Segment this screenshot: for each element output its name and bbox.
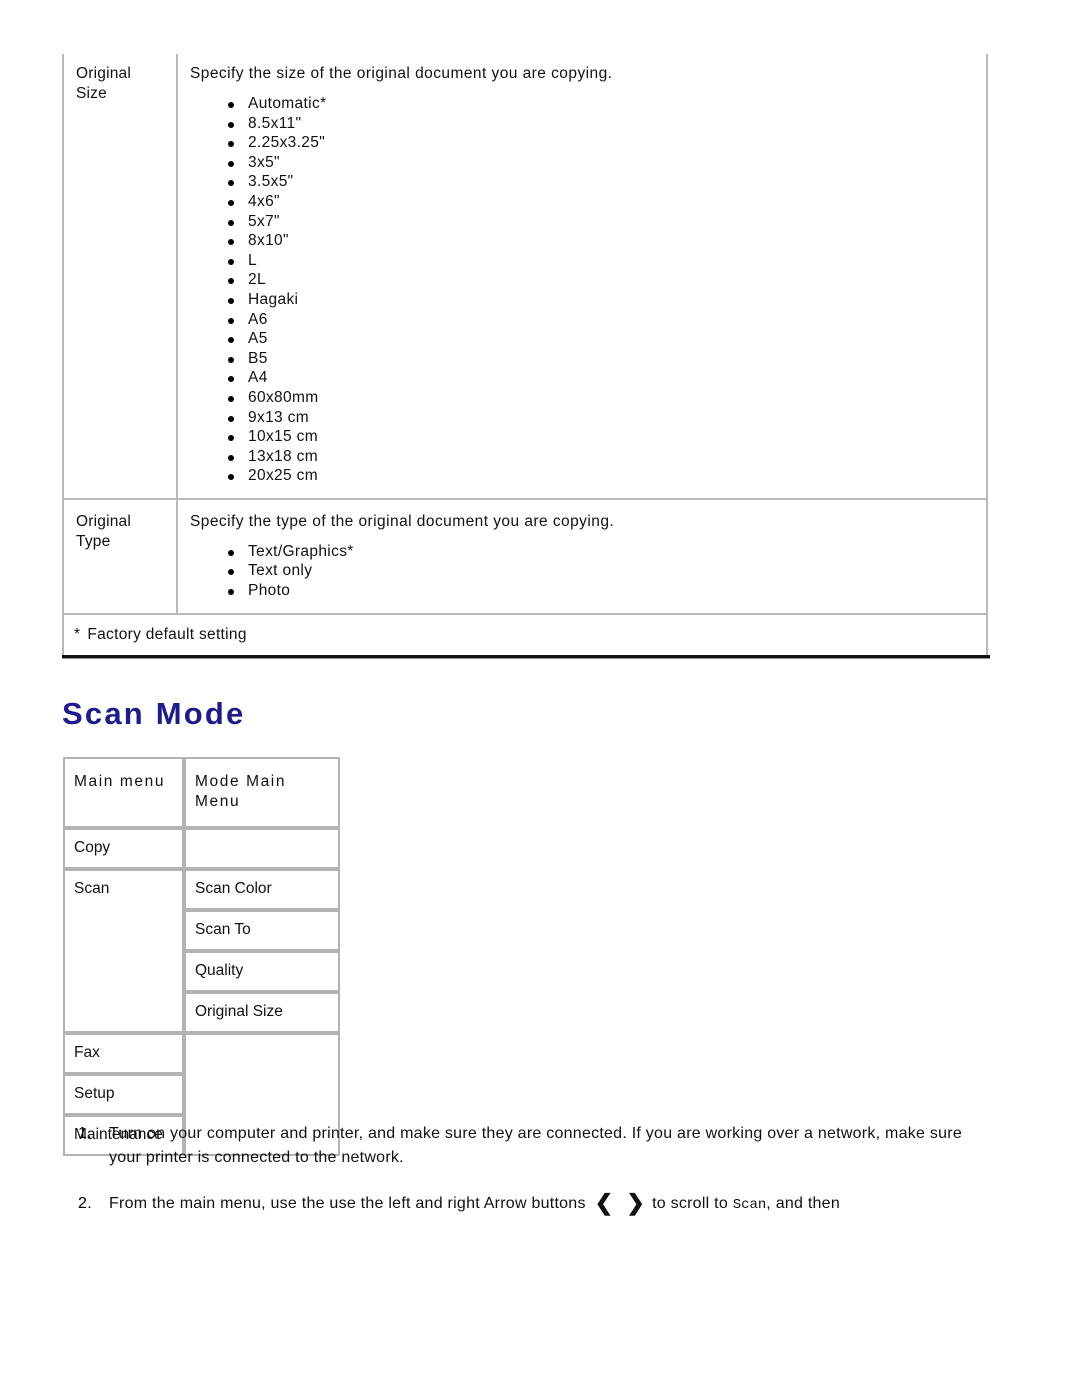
menu-subitem-original-size[interactable]: Original Size <box>184 992 340 1033</box>
list-item: 5x7" <box>226 212 976 232</box>
step-text-after-2: , and then <box>766 1195 840 1212</box>
table-row: Copy <box>63 828 340 869</box>
list-item: Text only <box>226 561 976 581</box>
setting-detail-original-type: Specify the type of the original documen… <box>176 497 988 615</box>
column-header-mode-main-menu: Mode Main Menu <box>184 757 340 828</box>
setting-description: Specify the type of the original documen… <box>190 512 615 530</box>
column-header-main-menu: Main menu <box>63 757 184 828</box>
document-page: Original Size Specify the size of the or… <box>0 0 1080 1397</box>
step-number: 2. <box>78 1195 92 1212</box>
setting-label-original-type: Original Type <box>62 497 178 615</box>
menu-item-setup[interactable]: Setup <box>63 1074 184 1115</box>
list-item: 9x13 cm <box>226 408 976 428</box>
table-row-footnote: * Factory default setting <box>62 612 988 657</box>
list-item: 8.5x11" <box>226 114 976 134</box>
setting-detail-original-size: Specify the size of the original documen… <box>176 54 988 500</box>
instruction-step-2: 2. From the main menu, use the use the l… <box>75 1192 993 1218</box>
list-item: A6 <box>226 310 976 330</box>
list-item: 60x80mm <box>226 388 976 408</box>
menu-item-fax[interactable]: Fax <box>63 1033 184 1074</box>
scan-mode-menu-table: Main menu Mode Main Menu Copy Scan Scan … <box>63 757 340 1156</box>
list-item: 2.25x3.25" <box>226 133 976 153</box>
arrow-button-icons: ❮ ❯ <box>595 1192 645 1218</box>
list-item: B5 <box>226 349 976 369</box>
list-item: Photo <box>226 581 976 601</box>
original-size-option-list: Automatic* 8.5x11" 2.25x3.25" 3x5" 3.5x5… <box>190 94 976 486</box>
step-number: 1. <box>78 1125 92 1142</box>
menu-item-copy[interactable]: Copy <box>63 828 184 869</box>
chevron-right-icon[interactable]: ❯ <box>626 1192 645 1214</box>
menu-subitem-scan-to[interactable]: Scan To <box>184 910 340 951</box>
table-row: Original Size Specify the size of the or… <box>62 54 988 500</box>
list-item: 3x5" <box>226 153 976 173</box>
list-item: 8x10" <box>226 231 976 251</box>
list-item: 10x15 cm <box>226 427 976 447</box>
menu-subitem-scan-color[interactable]: Scan Color <box>184 869 340 910</box>
list-item: L <box>226 251 976 271</box>
table-row: Original Type Specify the type of the or… <box>62 497 988 615</box>
menu-item-scan[interactable]: Scan <box>63 869 184 1033</box>
footnote-marker: * <box>74 625 81 643</box>
instruction-list: 1. Turn on your computer and printer, an… <box>75 1122 993 1240</box>
table-row: Fax <box>63 1033 340 1156</box>
step-text-before: From the main menu, use the use the left… <box>109 1195 586 1212</box>
list-item: A5 <box>226 329 976 349</box>
list-item: 3.5x5" <box>226 172 976 192</box>
setting-description: Specify the size of the original documen… <box>190 65 613 82</box>
list-item: Automatic* <box>226 94 976 114</box>
list-item: A4 <box>226 368 976 388</box>
page-title: Scan Mode <box>62 696 246 731</box>
original-type-option-list: Text/Graphics* Text only Photo <box>190 542 976 601</box>
footnote-cell: * Factory default setting <box>62 612 988 657</box>
setting-label-original-size: Original Size <box>62 54 178 500</box>
step-text-after-1: to scroll to <box>652 1195 728 1212</box>
list-item: 13x18 cm <box>226 447 976 467</box>
list-item: 20x25 cm <box>226 466 976 486</box>
step-text: From the main menu, use the use the left… <box>109 1192 840 1218</box>
table-row: Scan Scan Color <box>63 869 340 1033</box>
menu-term-scan: Scan <box>732 1197 767 1213</box>
menu-submenu-empty-copy <box>184 828 340 869</box>
table-row-header: Main menu Mode Main Menu <box>63 757 340 828</box>
section-divider <box>62 655 990 659</box>
list-item: Text/Graphics* <box>226 542 976 562</box>
footnote-text: Factory default setting <box>87 625 247 643</box>
chevron-left-icon[interactable]: ❮ <box>595 1192 614 1214</box>
list-item: 2L <box>226 270 976 290</box>
copy-settings-table: Original Size Specify the size of the or… <box>62 54 988 657</box>
list-item: 4x6" <box>226 192 976 212</box>
instruction-step-1: 1. Turn on your computer and printer, an… <box>75 1122 993 1170</box>
menu-subitem-quality[interactable]: Quality <box>184 951 340 992</box>
list-item: Hagaki <box>226 290 976 310</box>
step-text: Turn on your computer and printer, and m… <box>109 1125 962 1166</box>
